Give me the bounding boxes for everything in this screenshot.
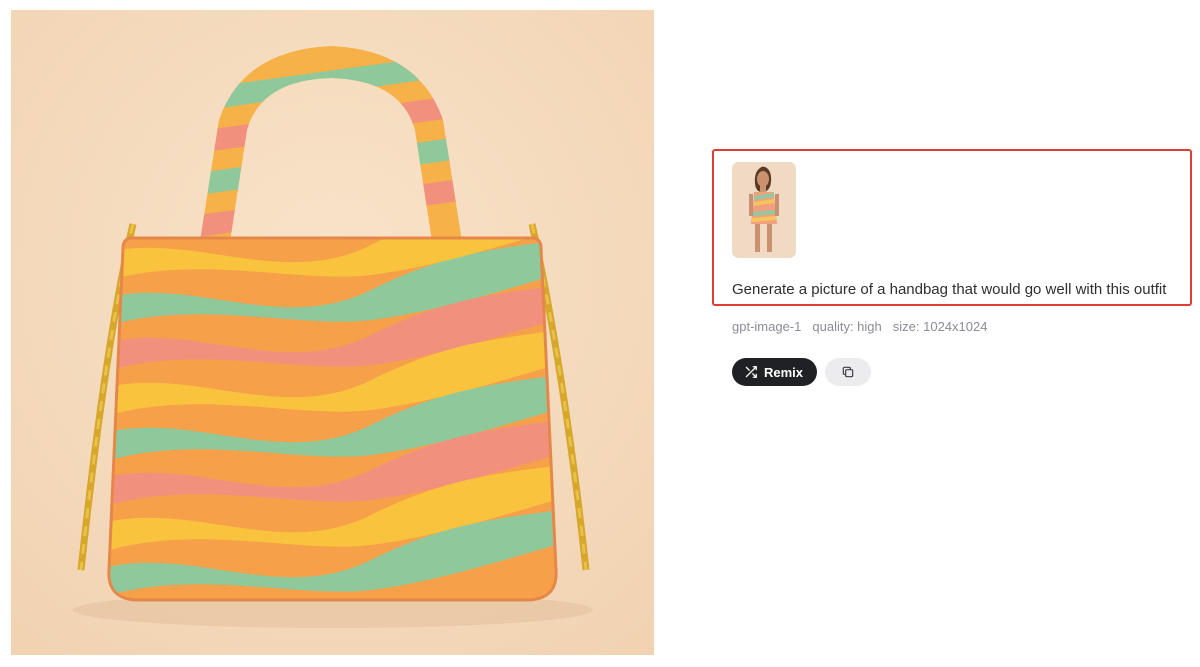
copy-icon bbox=[842, 366, 854, 378]
reference-outfit-thumbnail[interactable] bbox=[732, 162, 796, 258]
shuffle-icon bbox=[745, 366, 757, 378]
remix-button[interactable]: Remix bbox=[732, 358, 818, 386]
remix-label: Remix bbox=[764, 364, 804, 380]
action-bar: Remix bbox=[732, 358, 872, 386]
model-label: gpt-image-1 bbox=[732, 319, 802, 334]
quality-label: quality: high bbox=[812, 319, 882, 334]
copy-button[interactable] bbox=[825, 358, 872, 386]
image-result-view: Generate a picture of a handbag that wou… bbox=[0, 0, 1200, 667]
prompt-text: Generate a picture of a handbag that wou… bbox=[732, 281, 1167, 298]
image-metadata: gpt-image-1 quality: high size: 1024x102… bbox=[732, 318, 987, 336]
generated-handbag-image bbox=[11, 10, 654, 655]
size-label: size: 1024x1024 bbox=[892, 319, 988, 334]
